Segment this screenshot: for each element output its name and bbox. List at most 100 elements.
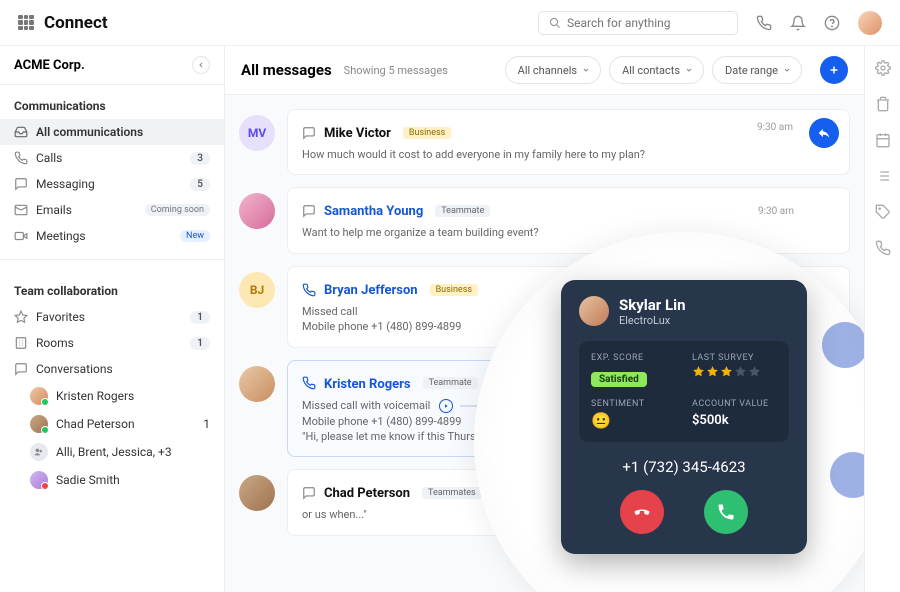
sentiment-emoji-icon: 😐 <box>591 411 676 430</box>
help-icon[interactable] <box>824 15 840 31</box>
star-icon <box>734 365 747 378</box>
phone-icon[interactable] <box>875 240 891 256</box>
caller-phone: +1 (732) 345-4623 <box>579 458 789 476</box>
sidebar-item-rooms[interactable]: Rooms 1 <box>0 330 224 356</box>
sidebar-item-emails[interactable]: Emails Coming soon <box>0 197 224 223</box>
reply-button[interactable] <box>809 118 839 148</box>
message-time: 9:30 am <box>757 122 793 133</box>
phone-icon <box>14 151 28 165</box>
search-input[interactable] <box>567 16 727 30</box>
right-rail <box>864 46 900 592</box>
conversation-sadie-smith[interactable]: Sadie Smith <box>0 466 224 494</box>
filter-contacts[interactable]: All contacts <box>609 56 704 84</box>
page-subtitle: Showing 5 messages <box>344 64 448 77</box>
building-icon <box>14 336 28 350</box>
message-sender[interactable]: Bryan Jefferson <box>324 283 418 298</box>
sidebar-collapse-button[interactable] <box>192 56 210 74</box>
chat-icon <box>302 126 316 140</box>
sidebar-item-calls[interactable]: Calls 3 <box>0 145 224 171</box>
call-circle-icon <box>830 452 864 498</box>
chat-icon <box>14 177 28 191</box>
play-icon <box>443 403 449 409</box>
survey-stars <box>692 365 777 378</box>
tag-teammate: Teammates <box>422 487 482 499</box>
tag-teammate: Teammate <box>423 377 478 389</box>
sidebar: ACME Corp. Communications All communicat… <box>0 46 225 592</box>
brand-title: Connect <box>44 13 108 33</box>
incoming-call-card: Skylar Lin ElectroLux EXP. SCORE Satisfi… <box>561 280 807 554</box>
video-icon <box>14 229 28 243</box>
meetings-new-pill: New <box>180 230 210 242</box>
decline-call-button[interactable] <box>620 490 664 534</box>
emails-coming-soon-pill: Coming soon <box>145 204 210 216</box>
avatar <box>30 471 48 489</box>
caller-company: ElectroLux <box>619 314 686 327</box>
message-sender: Mike Victor <box>324 126 391 141</box>
account-value: $500k <box>692 413 777 428</box>
settings-icon[interactable] <box>875 60 891 76</box>
filter-date[interactable]: Date range <box>712 56 802 84</box>
calls-badge: 3 <box>190 152 210 165</box>
phone-icon <box>302 283 316 297</box>
answer-call-button[interactable] <box>704 490 748 534</box>
sidebar-item-messaging[interactable]: Messaging 5 <box>0 171 224 197</box>
org-name: ACME Corp. <box>14 58 85 73</box>
message-line: Missed call with voicemail <box>302 399 430 412</box>
sidebar-item-favorites[interactable]: Favorites 1 <box>0 304 224 330</box>
floating-time: 9:30 am <box>758 206 794 217</box>
message-sender[interactable]: Kristen Rogers <box>324 377 411 392</box>
avatar-initials: MV <box>239 115 275 151</box>
avatar <box>239 475 275 511</box>
list-icon[interactable] <box>875 168 891 184</box>
phone-icon <box>716 502 736 522</box>
avatar <box>239 366 275 402</box>
search-input-container[interactable] <box>538 11 738 35</box>
rooms-badge: 1 <box>190 337 210 350</box>
filter-channels[interactable]: All channels <box>505 56 601 84</box>
sentiment-label: SENTIMENT <box>591 399 676 409</box>
phone-icon <box>302 376 316 390</box>
conversation-kristen-rogers[interactable]: Kristen Rogers <box>0 382 224 410</box>
message-body: Want to help me organize a team building… <box>302 225 835 240</box>
sidebar-item-meetings[interactable]: Meetings New <box>0 223 224 249</box>
chevron-down-icon <box>783 66 791 74</box>
exp-score-label: EXP. SCORE <box>591 353 676 363</box>
tag-icon[interactable] <box>875 204 891 220</box>
plus-icon <box>828 64 840 76</box>
tag-business: Business <box>403 127 451 139</box>
sidebar-item-all-communications[interactable]: All communications <box>0 119 224 145</box>
chat-icon <box>302 486 316 500</box>
tag-business: Business <box>430 284 478 296</box>
exp-score-value: Satisfied <box>591 372 647 387</box>
inbox-icon <box>14 125 28 139</box>
section-communications: Communications <box>0 85 224 119</box>
conversation-chad-peterson[interactable]: Chad Peterson 1 <box>0 410 224 438</box>
call-circle-icon <box>822 322 864 368</box>
message-row[interactable]: MV Mike Victor Business How much would i… <box>239 109 850 175</box>
chad-badge: 1 <box>203 417 210 431</box>
page-title: All messages <box>241 61 332 79</box>
app-grid-icon[interactable] <box>18 15 34 31</box>
caller-avatar <box>579 296 609 326</box>
user-avatar[interactable] <box>858 11 882 35</box>
star-icon <box>706 365 719 378</box>
mail-icon <box>14 203 28 217</box>
sidebar-item-conversations[interactable]: Conversations <box>0 356 224 382</box>
avatar <box>239 193 275 229</box>
add-button[interactable] <box>820 56 848 84</box>
calendar-icon[interactable] <box>875 132 891 148</box>
conversation-group[interactable]: Alli, Brent, Jessica, +3 <box>0 438 224 466</box>
message-body: How much would it cost to add everyone i… <box>302 147 835 162</box>
chevron-down-icon <box>685 66 693 74</box>
favorites-badge: 1 <box>190 311 210 324</box>
caller-name: Skylar Lin <box>619 296 686 314</box>
message-sender[interactable]: Samantha Young <box>324 204 423 219</box>
play-voicemail-button[interactable] <box>439 399 453 413</box>
avatar-group-icon <box>30 443 48 461</box>
message-sender: Chad Peterson <box>324 486 410 501</box>
message-row[interactable]: Samantha Young Teammate Want to help me … <box>239 187 850 253</box>
trash-icon[interactable] <box>875 96 891 112</box>
chat-icon <box>14 362 28 376</box>
bell-icon[interactable] <box>790 15 806 31</box>
phone-icon[interactable] <box>756 15 772 31</box>
